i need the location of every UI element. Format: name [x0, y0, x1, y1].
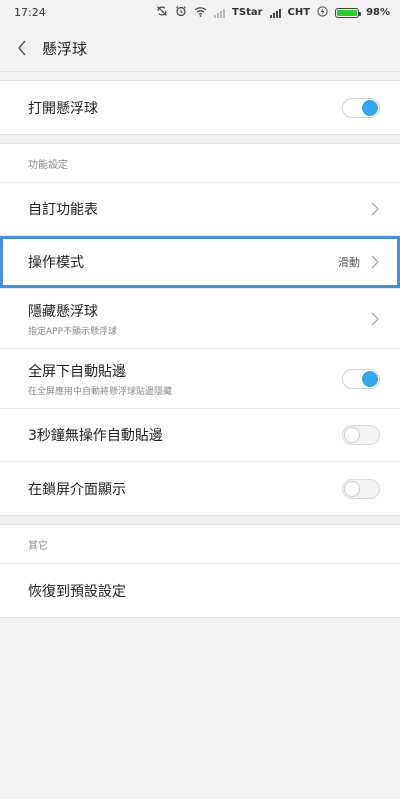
sync-off-icon	[156, 5, 168, 20]
row-operation-mode[interactable]: 操作模式 滑動	[0, 236, 400, 289]
carrier-2: CHT	[287, 7, 311, 18]
enable-floating-ball-toggle[interactable]	[342, 97, 380, 118]
battery-percent: 98%	[366, 7, 390, 18]
battery-level	[337, 9, 357, 16]
signal-icon	[214, 8, 226, 18]
row-label: 恢復到預設設定	[28, 583, 126, 600]
group-header-other: 其它	[0, 525, 400, 564]
back-icon[interactable]	[12, 38, 32, 58]
group-header-features: 功能設定	[0, 144, 400, 183]
row-sublabel: 指定APP不顯示懸浮球	[28, 326, 118, 337]
row-label: 隱藏懸浮球	[28, 303, 98, 320]
page-title: 懸浮球	[42, 39, 88, 58]
row-label: 3秒鐘無操作自動貼邊	[28, 428, 163, 444]
row-custom-menu[interactable]: 自訂功能表	[0, 183, 400, 236]
lockscreen-display-toggle[interactable]	[342, 478, 380, 499]
battery-icon	[335, 7, 362, 18]
row-lockscreen-display[interactable]: 在鎖屏介面顯示	[0, 462, 400, 515]
row-label: 打開懸浮球	[28, 100, 98, 117]
operation-mode-value: 滑動	[338, 256, 360, 269]
other-section: 其它 恢復到預設設定	[0, 524, 400, 618]
chevron-right-icon	[370, 202, 380, 216]
row-reset-defaults[interactable]: 恢復到預設設定	[0, 564, 400, 617]
row-label: 在鎖屏介面顯示	[28, 481, 126, 498]
status-bar: 17:24 TStar CHT 98%	[0, 0, 400, 25]
row-label: 自訂功能表	[28, 202, 98, 218]
row-fullscreen-auto-edge[interactable]: 全屏下自動貼邊 在全屏應用中自動將懸浮球貼邊隱藏	[0, 349, 400, 409]
row-label: 操作模式	[28, 255, 84, 271]
alarm-icon	[175, 5, 187, 20]
features-section: 功能設定 自訂功能表 操作模式 滑動 隱藏懸浮球 指定APP不顯示懸浮球 全屏下…	[0, 143, 400, 516]
status-icons: TStar CHT 98%	[156, 5, 390, 20]
carrier-1: TStar	[232, 7, 263, 18]
row-idle-auto-edge[interactable]: 3秒鐘無操作自動貼邊	[0, 409, 400, 462]
chevron-right-icon	[370, 255, 380, 269]
chevron-right-icon	[370, 312, 380, 326]
wifi-icon	[194, 6, 207, 20]
main-section: 打開懸浮球	[0, 80, 400, 135]
idle-auto-edge-toggle[interactable]	[342, 425, 380, 445]
title-bar: 懸浮球	[0, 25, 400, 72]
charging-icon	[317, 5, 328, 20]
row-sublabel: 在全屏應用中自動將懸浮球貼邊隱藏	[28, 386, 173, 397]
status-time: 17:24	[14, 6, 46, 19]
fullscreen-auto-edge-toggle[interactable]	[342, 368, 380, 389]
row-enable-floating-ball[interactable]: 打開懸浮球	[0, 81, 400, 134]
row-hide-floating-ball[interactable]: 隱藏懸浮球 指定APP不顯示懸浮球	[0, 289, 400, 349]
signal-icon	[269, 8, 281, 18]
row-label: 全屏下自動貼邊	[28, 363, 126, 380]
screen: 17:24 TStar CHT 98% 懸浮球 打開懸浮球 功能設定 自訂功能表…	[0, 0, 400, 799]
